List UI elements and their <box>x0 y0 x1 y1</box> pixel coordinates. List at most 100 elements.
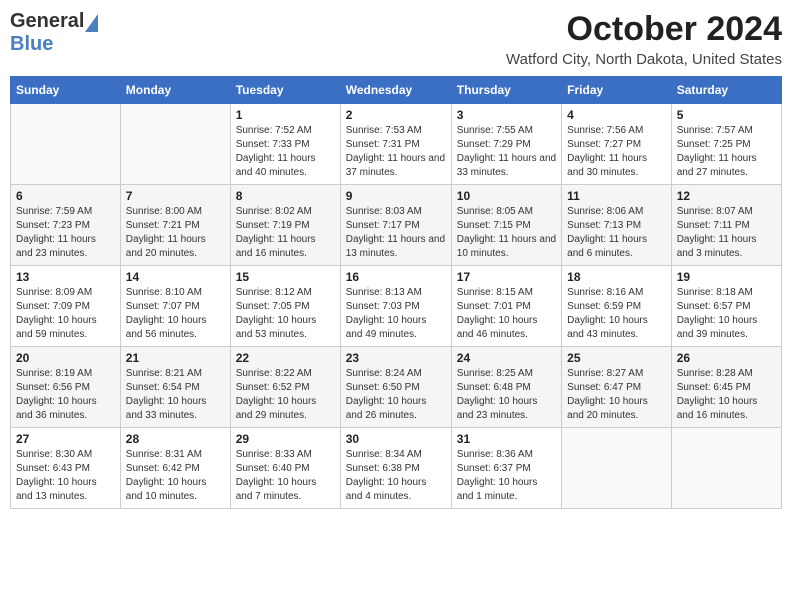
calendar-cell: 17 Sunrise: 8:15 AM Sunset: 7:01 PM Dayli… <box>451 266 561 347</box>
calendar-body: 1 Sunrise: 7:52 AM Sunset: 7:33 PM Daylig… <box>11 104 782 509</box>
calendar-cell <box>562 428 672 509</box>
calendar-cell: 2 Sunrise: 7:53 AM Sunset: 7:31 PM Daylig… <box>340 104 451 185</box>
weekday-header-thursday: Thursday <box>451 77 561 104</box>
week-row-3: 13 Sunrise: 8:09 AM Sunset: 7:09 PM Dayli… <box>11 266 782 347</box>
week-row-1: 1 Sunrise: 7:52 AM Sunset: 7:33 PM Daylig… <box>11 104 782 185</box>
calendar-cell: 6Sunrise: 7:59 AM Sunset: 7:23 PM Daylig… <box>11 185 121 266</box>
calendar-title: October 2024 <box>506 10 782 49</box>
day-number: 20 <box>16 351 115 365</box>
day-info: Sunrise: 8:02 AM Sunset: 7:19 PM Dayligh… <box>236 205 335 261</box>
calendar-cell <box>120 104 230 185</box>
day-info: Sunrise: 8:31 AM Sunset: 6:42 PM Dayligh… <box>126 448 225 504</box>
calendar-cell: 11 Sunrise: 8:06 AM Sunset: 7:13 PM Dayli… <box>562 185 672 266</box>
weekday-header-saturday: Saturday <box>671 77 781 104</box>
day-number: 17 <box>457 270 556 284</box>
day-number: 9 <box>346 189 446 203</box>
day-number: 31 <box>457 432 556 446</box>
day-info: Sunrise: 8:09 AM Sunset: 7:09 PM Dayligh… <box>16 286 115 342</box>
weekday-header-row: SundayMondayTuesdayWednesdayThursdayFrid… <box>11 77 782 104</box>
calendar-cell: 28 Sunrise: 8:31 AM Sunset: 6:42 PM Dayli… <box>120 428 230 509</box>
weekday-header-tuesday: Tuesday <box>230 77 340 104</box>
calendar-cell: 20Sunrise: 8:19 AM Sunset: 6:56 PM Dayli… <box>11 347 121 428</box>
weekday-header-friday: Friday <box>562 77 672 104</box>
day-number: 10 <box>457 189 556 203</box>
day-info: Sunrise: 8:18 AM Sunset: 6:57 PM Dayligh… <box>677 286 776 342</box>
day-info: Sunrise: 8:28 AM Sunset: 6:45 PM Dayligh… <box>677 367 776 423</box>
title-area: October 2024 Watford City, North Dakota,… <box>506 10 782 68</box>
day-number: 19 <box>677 270 776 284</box>
week-row-4: 20Sunrise: 8:19 AM Sunset: 6:56 PM Dayli… <box>11 347 782 428</box>
calendar-cell: 14Sunrise: 8:10 AM Sunset: 7:07 PM Dayli… <box>120 266 230 347</box>
calendar-table: SundayMondayTuesdayWednesdayThursdayFrid… <box>10 76 782 509</box>
day-info: Sunrise: 8:25 AM Sunset: 6:48 PM Dayligh… <box>457 367 556 423</box>
calendar-cell: 23Sunrise: 8:24 AM Sunset: 6:50 PM Dayli… <box>340 347 451 428</box>
logo-triangle-icon <box>85 14 98 32</box>
day-number: 21 <box>126 351 225 365</box>
calendar-cell <box>11 104 121 185</box>
day-number: 2 <box>346 108 446 122</box>
calendar-cell: 21 Sunrise: 8:21 AM Sunset: 6:54 PM Dayli… <box>120 347 230 428</box>
calendar-cell: 7 Sunrise: 8:00 AM Sunset: 7:21 PM Daylig… <box>120 185 230 266</box>
day-number: 30 <box>346 432 446 446</box>
calendar-cell: 9 Sunrise: 8:03 AM Sunset: 7:17 PM Daylig… <box>340 185 451 266</box>
weekday-header-wednesday: Wednesday <box>340 77 451 104</box>
logo: General Blue <box>10 10 98 56</box>
day-info: Sunrise: 8:27 AM Sunset: 6:47 PM Dayligh… <box>567 367 666 423</box>
day-info: Sunrise: 7:56 AM Sunset: 7:27 PM Dayligh… <box>567 124 666 180</box>
day-info: Sunrise: 7:57 AM Sunset: 7:25 PM Dayligh… <box>677 124 776 180</box>
day-number: 29 <box>236 432 335 446</box>
day-number: 13 <box>16 270 115 284</box>
day-number: 1 <box>236 108 335 122</box>
calendar-cell: 8Sunrise: 8:02 AM Sunset: 7:19 PM Daylig… <box>230 185 340 266</box>
day-number: 7 <box>126 189 225 203</box>
day-info: Sunrise: 7:55 AM Sunset: 7:29 PM Dayligh… <box>457 124 556 180</box>
day-info: Sunrise: 8:24 AM Sunset: 6:50 PM Dayligh… <box>346 367 446 423</box>
day-info: Sunrise: 7:52 AM Sunset: 7:33 PM Dayligh… <box>236 124 335 180</box>
day-info: Sunrise: 8:07 AM Sunset: 7:11 PM Dayligh… <box>677 205 776 261</box>
week-row-2: 6Sunrise: 7:59 AM Sunset: 7:23 PM Daylig… <box>11 185 782 266</box>
day-info: Sunrise: 8:21 AM Sunset: 6:54 PM Dayligh… <box>126 367 225 423</box>
calendar-cell: 13 Sunrise: 8:09 AM Sunset: 7:09 PM Dayli… <box>11 266 121 347</box>
day-info: Sunrise: 8:12 AM Sunset: 7:05 PM Dayligh… <box>236 286 335 342</box>
calendar-cell: 3 Sunrise: 7:55 AM Sunset: 7:29 PM Daylig… <box>451 104 561 185</box>
calendar-cell: 18 Sunrise: 8:16 AM Sunset: 6:59 PM Dayli… <box>562 266 672 347</box>
day-info: Sunrise: 8:22 AM Sunset: 6:52 PM Dayligh… <box>236 367 335 423</box>
day-number: 22 <box>236 351 335 365</box>
day-number: 16 <box>346 270 446 284</box>
day-number: 5 <box>677 108 776 122</box>
calendar-cell: 27Sunrise: 8:30 AM Sunset: 6:43 PM Dayli… <box>11 428 121 509</box>
day-number: 3 <box>457 108 556 122</box>
day-number: 11 <box>567 189 666 203</box>
day-number: 28 <box>126 432 225 446</box>
day-number: 12 <box>677 189 776 203</box>
calendar-cell: 15Sunrise: 8:12 AM Sunset: 7:05 PM Dayli… <box>230 266 340 347</box>
day-number: 6 <box>16 189 115 203</box>
calendar-cell <box>671 428 781 509</box>
day-info: Sunrise: 8:00 AM Sunset: 7:21 PM Dayligh… <box>126 205 225 261</box>
day-info: Sunrise: 8:03 AM Sunset: 7:17 PM Dayligh… <box>346 205 446 261</box>
week-row-5: 27Sunrise: 8:30 AM Sunset: 6:43 PM Dayli… <box>11 428 782 509</box>
day-info: Sunrise: 8:15 AM Sunset: 7:01 PM Dayligh… <box>457 286 556 342</box>
day-info: Sunrise: 8:16 AM Sunset: 6:59 PM Dayligh… <box>567 286 666 342</box>
day-number: 18 <box>567 270 666 284</box>
calendar-cell: 31 Sunrise: 8:36 AM Sunset: 6:37 PM Dayli… <box>451 428 561 509</box>
day-number: 26 <box>677 351 776 365</box>
calendar-cell: 5 Sunrise: 7:57 AM Sunset: 7:25 PM Daylig… <box>671 104 781 185</box>
calendar-cell: 29 Sunrise: 8:33 AM Sunset: 6:40 PM Dayli… <box>230 428 340 509</box>
day-info: Sunrise: 7:53 AM Sunset: 7:31 PM Dayligh… <box>346 124 446 180</box>
day-info: Sunrise: 8:30 AM Sunset: 6:43 PM Dayligh… <box>16 448 115 504</box>
day-info: Sunrise: 8:33 AM Sunset: 6:40 PM Dayligh… <box>236 448 335 504</box>
day-info: Sunrise: 8:36 AM Sunset: 6:37 PM Dayligh… <box>457 448 556 504</box>
calendar-cell: 22 Sunrise: 8:22 AM Sunset: 6:52 PM Dayli… <box>230 347 340 428</box>
day-info: Sunrise: 8:13 AM Sunset: 7:03 PM Dayligh… <box>346 286 446 342</box>
logo-general-text: General <box>10 10 84 33</box>
calendar-cell: 16 Sunrise: 8:13 AM Sunset: 7:03 PM Dayli… <box>340 266 451 347</box>
weekday-header-monday: Monday <box>120 77 230 104</box>
calendar-cell: 30 Sunrise: 8:34 AM Sunset: 6:38 PM Dayli… <box>340 428 451 509</box>
header: General Blue October 2024 Watford City, … <box>10 10 782 68</box>
day-info: Sunrise: 8:06 AM Sunset: 7:13 PM Dayligh… <box>567 205 666 261</box>
day-number: 25 <box>567 351 666 365</box>
day-number: 14 <box>126 270 225 284</box>
logo-blue-text: Blue <box>10 33 53 56</box>
day-info: Sunrise: 8:34 AM Sunset: 6:38 PM Dayligh… <box>346 448 446 504</box>
